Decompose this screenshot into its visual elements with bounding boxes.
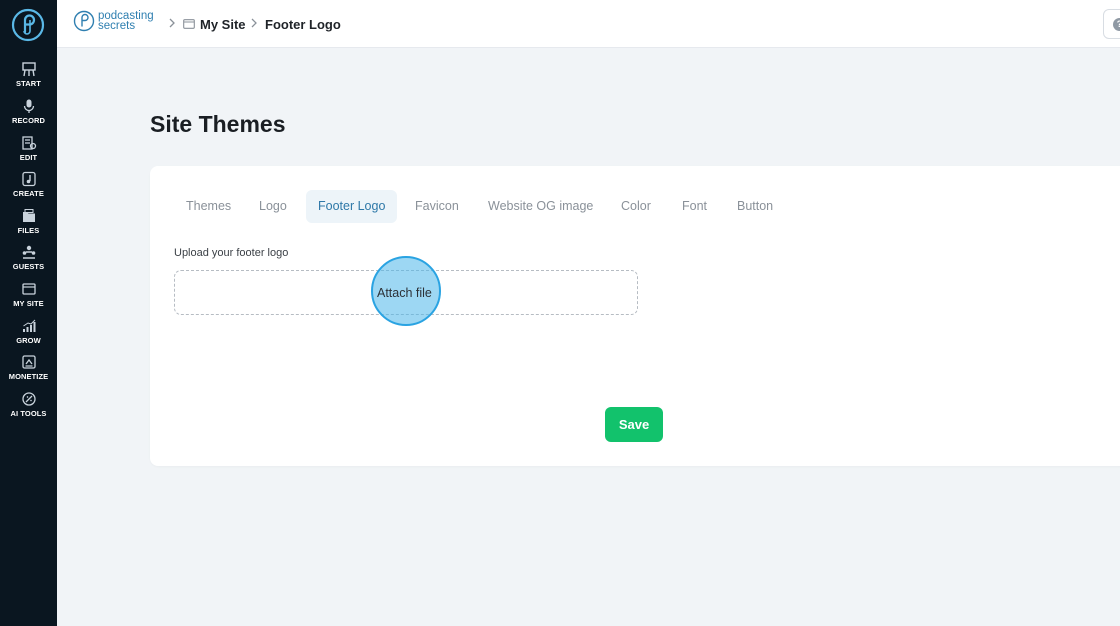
tab-button[interactable]: Button [725,190,785,223]
ai-tools-icon [21,392,36,406]
attach-file-button[interactable]: Attach file [377,286,432,300]
tab-color[interactable]: Color [609,190,663,223]
browser-window-icon [21,283,36,295]
chevron-right-icon [251,18,257,28]
guests-icon [22,245,35,259]
help-icon: ? [1113,18,1120,31]
brand-logo[interactable]: podcasting secrets [73,10,154,32]
sidebar-item-label: EDIT [19,153,38,162]
sidebar-item-label: RECORD [11,116,46,125]
sidebar-item-edit[interactable]: EDIT [0,135,57,169]
sidebar-item-label: GUESTS [12,262,45,271]
help-button[interactable]: ? [1103,9,1120,39]
podcasting-secrets-logo-icon[interactable] [11,8,45,42]
tab-themes[interactable]: Themes [174,190,243,223]
upload-footer-logo-label: Upload your footer logo [174,247,289,259]
microphone-icon [23,99,34,113]
music-note-icon [21,171,36,187]
sidebar-item-guests[interactable]: GUESTS [0,244,57,278]
sidebar-item-label: GROW [16,336,41,345]
tab-website-og-image[interactable]: Website OG image [476,190,605,223]
sidebar-item-files[interactable]: FILES [0,208,57,242]
tab-font[interactable]: Font [670,190,719,223]
sidebar-item-my-site[interactable]: MY SITE [0,281,57,315]
files-icon [22,209,35,222]
monetize-icon [21,355,36,369]
folder-icon [183,19,195,29]
tab-logo[interactable]: Logo [247,190,299,223]
brand-mark-icon [73,10,95,32]
sidebar-item-grow[interactable]: GROW [0,318,57,352]
brand-wordmark: podcasting secrets [98,10,154,32]
breadcrumb-footer-logo: Footer Logo [265,17,341,32]
growth-chart-icon [22,319,35,332]
sidebar-item-label: START [16,79,41,88]
sidebar-item-label: FILES [17,226,40,235]
top-header: podcasting secrets My Site Footer Logo ? [57,0,1120,48]
sidebar: START RECORD EDIT CREATE FILES GUESTS MY… [0,0,57,626]
tab-footer-logo[interactable]: Footer Logo [306,190,398,223]
chevron-right-icon [169,18,175,28]
sidebar-item-label: AI TOOLS [10,409,47,418]
easel-icon [21,62,36,77]
sidebar-item-label: CREATE [13,189,44,198]
sidebar-item-create[interactable]: CREATE [0,171,57,205]
sidebar-item-record[interactable]: RECORD [0,98,57,132]
sidebar-item-label: MY SITE [13,299,44,308]
sidebar-item-start[interactable]: START [0,61,57,95]
sidebar-item-ai-tools[interactable]: AI TOOLS [0,391,57,425]
edit-icon [21,136,36,150]
tab-favicon[interactable]: Favicon [403,190,471,223]
brand-line-2: secrets [98,20,136,32]
save-button[interactable]: Save [605,407,663,442]
page-title: Site Themes [150,111,286,137]
sidebar-item-monetize[interactable]: MONETIZE [0,354,57,388]
breadcrumb-my-site[interactable]: My Site [200,17,246,32]
sidebar-item-label: MONETIZE [8,372,49,381]
